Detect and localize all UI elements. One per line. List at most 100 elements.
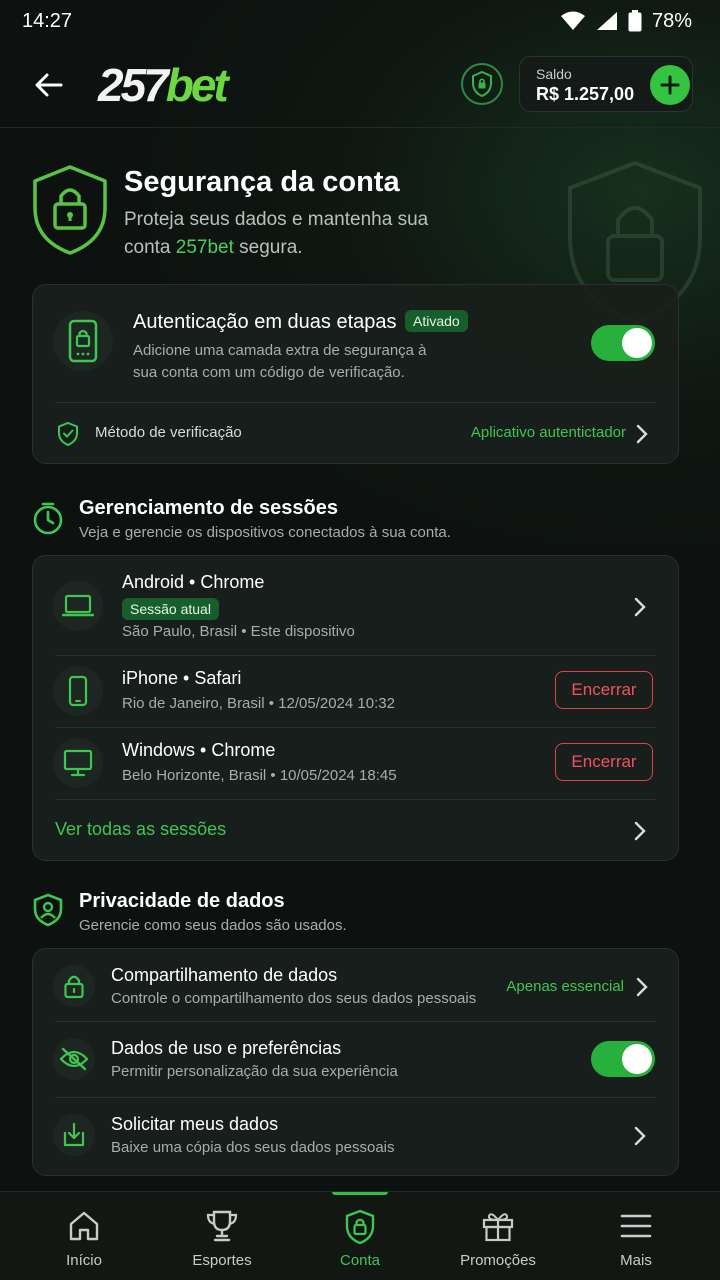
chevron-right-icon[interactable] [633,820,647,842]
session-meta: Rio de Janeiro, Brasil • 12/05/2024 10:3… [122,695,395,712]
monitor-icon [63,749,93,777]
nav-label: Início [66,1252,102,1269]
signal-icon [596,12,617,30]
status-badge: Ativado [405,310,468,332]
divider [55,799,656,800]
battery-percent: 78% [651,9,692,32]
shield-lock-icon [33,165,107,255]
subtitle-brand: 257bet [175,237,234,258]
status-icons: 78% [560,10,692,33]
two-factor-icon-wrap [53,311,113,371]
session-row: iPhone • Safari Rio de Janeiro, Brasil •… [33,656,678,728]
session-icon-wrap [53,738,103,788]
privacy-item-subtitle: Permitir personalização da sua experiênc… [111,1063,398,1080]
two-factor-toggle[interactable] [591,325,655,361]
two-factor-card: Autenticação em duas etapas Ativado Adic… [32,284,679,464]
nav-item-inicio[interactable]: Início [12,1192,156,1280]
nav-label: Promoções [460,1252,536,1269]
usage-data-toggle[interactable] [591,1041,655,1077]
nav-label: Mais [620,1252,652,1269]
phone-icon [68,675,88,707]
laptop-icon [62,594,94,617]
app-header: 257bet Saldo R$ 1.257,00 [0,42,720,128]
eye-off-icon [59,1047,89,1071]
privacy-item-value: Apenas essencial [506,978,624,995]
session-row[interactable]: Android • Chrome Sessão atual São Paulo,… [33,556,678,655]
shield-check-icon [58,421,78,447]
session-meta: Belo Horizonte, Brasil • 10/05/2024 18:4… [122,767,397,784]
menu-icon [620,1214,652,1238]
chevron-right-icon [634,1126,646,1146]
privacy-item-subtitle: Baixe uma cópia dos seus dados pessoais [111,1139,395,1156]
shield-lock-icon [345,1209,375,1245]
current-session-badge: Sessão atual [122,598,219,620]
security-screen: 14:27 78% 257bet Saldo R$ 1.257,00 Segur… [0,0,720,1280]
session-icon-wrap [53,666,103,716]
session-device: iPhone • Safari [122,668,242,688]
battery-icon [628,10,642,32]
trophy-icon [206,1210,238,1242]
nav-item-promocoes[interactable]: Promoções [426,1192,570,1280]
plus-icon [660,75,680,95]
logo-number: 257 [98,59,169,111]
session-icon-wrap [53,581,103,631]
brand-logo[interactable]: 257bet [98,58,229,112]
privacy-item-subtitle: Controle o compartilhamento dos seus dad… [111,990,477,1007]
balance-box[interactable]: Saldo R$ 1.257,00 [519,56,693,112]
session-device: Windows • Chrome [122,740,276,760]
wifi-icon [560,11,585,30]
balance-label: Saldo [536,66,572,82]
privacy-item-title: Compartilhamento de dados [111,965,338,985]
privacy-title: Privacidade de dados [79,890,285,912]
status-time: 14:27 [22,9,73,32]
privacy-item-title: Dados de uso e preferências [111,1038,342,1058]
shield-lock-icon [472,71,492,97]
sessions-subtitle: Veja e gerencie os dispositivos conectad… [79,524,451,541]
balance-value: R$ 1.257,00 [536,84,635,104]
phone-lock-icon [68,319,98,363]
request-data-row[interactable]: Solicitar meus dados Baixe uma cópia dos… [33,1098,678,1177]
chevron-right-icon [634,597,646,617]
data-sharing-row[interactable]: Compartilhamento de dados Controle o com… [33,949,678,1022]
privacy-icon-wrap [53,1038,95,1080]
page-subtitle: Proteja seus dados e mantenha sua conta … [124,206,444,262]
nav-label: Esportes [192,1252,252,1269]
arrow-left-icon [35,73,63,97]
privacy-card: Compartilhamento de dados Controle o com… [32,948,679,1176]
page-title: Segurança da conta [124,166,400,198]
toggle-knob [622,328,652,358]
end-session-button[interactable]: Encerrar [555,671,653,709]
chevron-right-icon [636,977,648,997]
sessions-card: Android • Chrome Sessão atual São Paulo,… [32,555,679,861]
view-all-sessions-link[interactable]: Ver todas as sessões [55,819,226,840]
toggle-knob [622,1044,652,1074]
back-button[interactable] [30,66,68,104]
session-meta: São Paulo, Brasil • Este dispositivo [122,623,355,640]
method-value: Aplicativo autentictador [470,424,626,441]
privacy-icon-wrap [53,1114,95,1156]
end-session-button[interactable]: Encerrar [555,743,653,781]
nav-item-mais[interactable]: Mais [564,1192,708,1280]
security-shield-button[interactable] [461,63,503,105]
subtitle-text-2: segura. [233,237,303,258]
nav-item-esportes[interactable]: Esportes [150,1192,294,1280]
chevron-right-icon [636,424,648,444]
method-label: Método de verificação [95,424,242,441]
status-bar: 14:27 78% [0,0,720,42]
two-factor-title: Autenticação em duas etapas [133,311,397,333]
two-factor-description: Adicione uma camada extra de segurança à… [133,342,427,381]
clock-icon [33,502,63,535]
shield-user-icon [33,893,63,927]
verification-method-row[interactable]: Método de verificação Aplicativo autenti… [33,403,678,465]
privacy-icon-wrap [53,965,95,1007]
logo-text: bet [165,59,229,111]
sessions-title: Gerenciamento de sessões [79,497,339,519]
lock-icon [64,975,84,999]
nav-item-conta[interactable]: Conta [288,1192,432,1280]
privacy-subtitle: Gerencie como seus dados são usados. [79,917,347,934]
download-icon [63,1122,85,1147]
gift-icon [482,1213,514,1242]
add-funds-button[interactable] [650,65,690,105]
nav-label: Conta [339,1252,381,1269]
bottom-nav: Início Esportes Conta Promoções Mais [0,1191,720,1280]
